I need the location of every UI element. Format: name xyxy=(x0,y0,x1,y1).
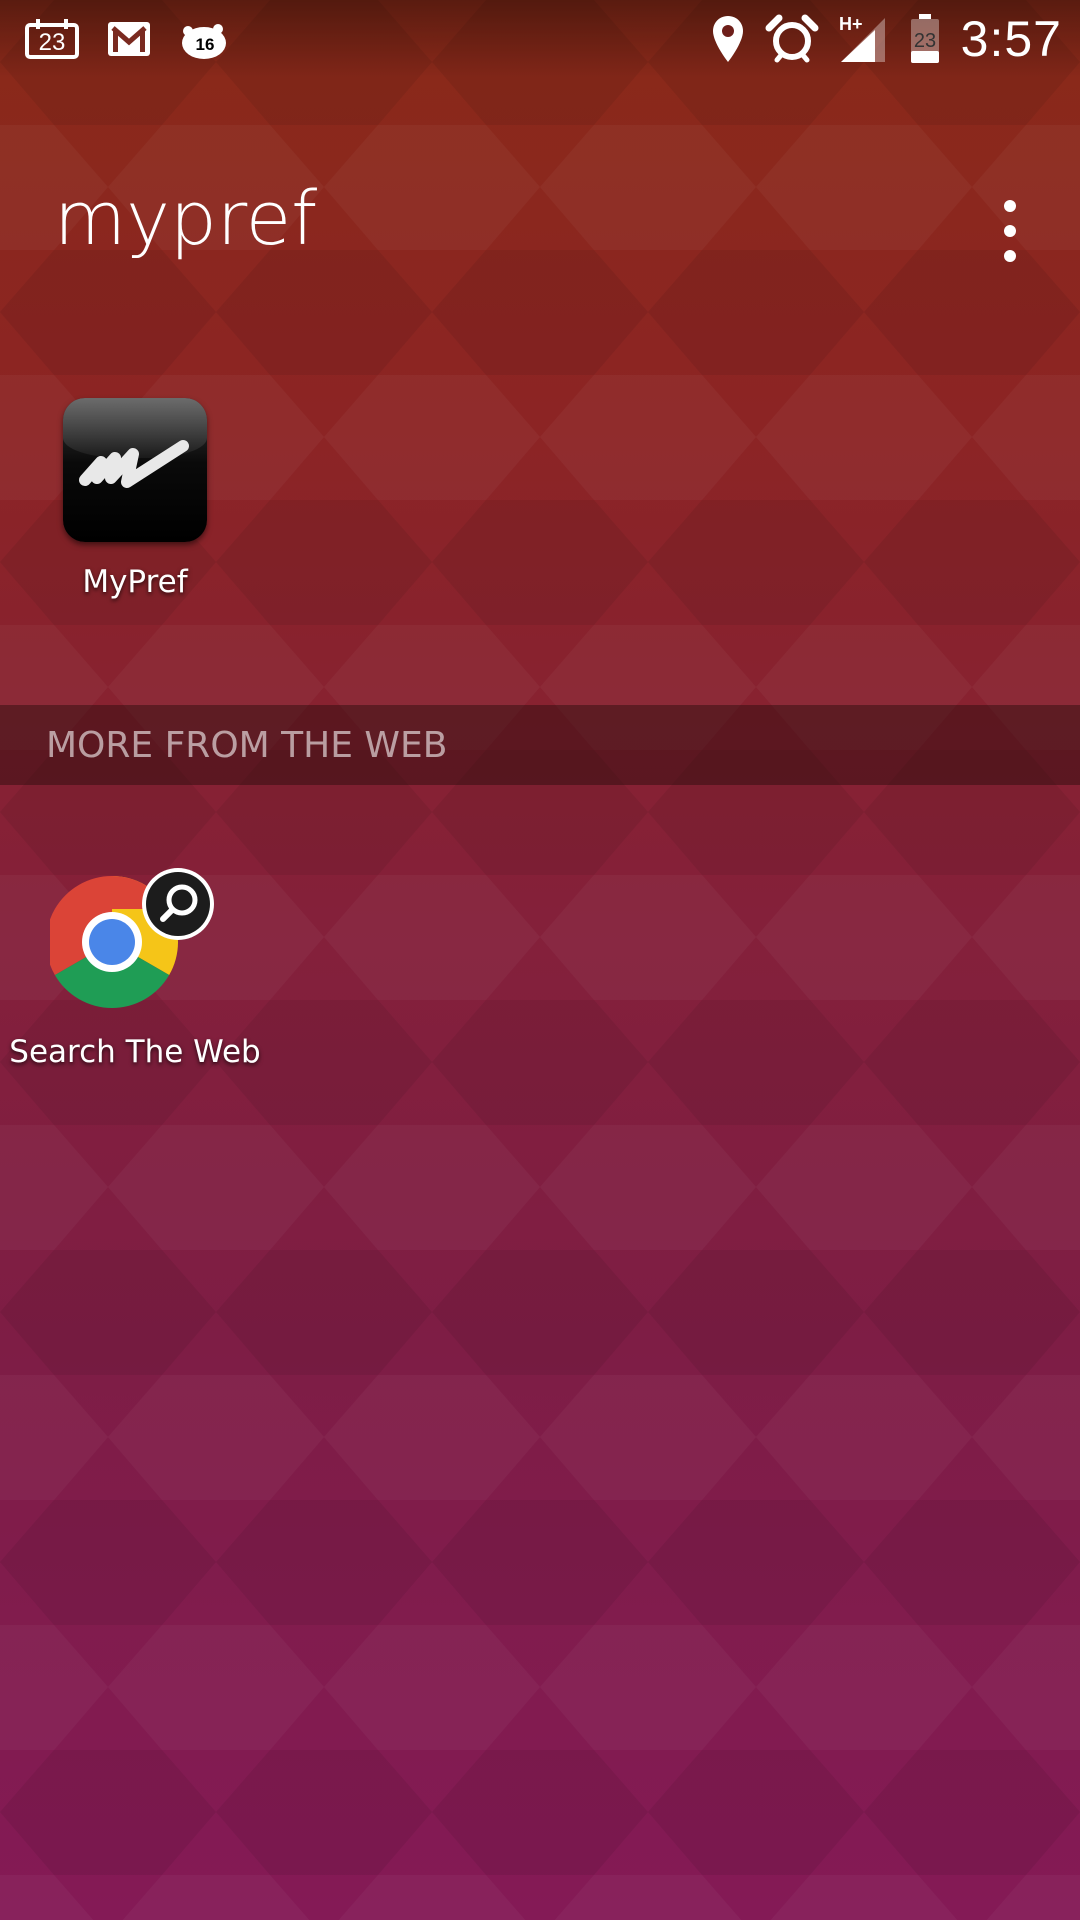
status-bar-system: H+ 23 3:57 xyxy=(711,10,1062,68)
overflow-menu-icon[interactable] xyxy=(990,196,1030,266)
sleep-tracker-icon: 16 xyxy=(178,17,228,61)
status-bar-notifications: 23 16 xyxy=(24,10,228,68)
mypref-app-icon[interactable] xyxy=(63,398,207,542)
app-label-mypref: MyPref xyxy=(82,564,188,600)
alarm-icon xyxy=(765,14,819,64)
status-bar-clock: 3:57 xyxy=(960,11,1062,67)
gmail-icon xyxy=(106,20,152,58)
battery-icon: 23 xyxy=(909,13,941,65)
section-header-text: MORE FROM THE WEB xyxy=(46,725,448,766)
status-bar: 23 16 H+ 23 3:57 xyxy=(0,0,1080,78)
folder-title[interactable]: mypref xyxy=(54,176,317,262)
overflow-dot xyxy=(1004,250,1016,262)
location-icon xyxy=(711,14,745,64)
app-tile-search-the-web[interactable]: Search The Web xyxy=(9,868,261,1070)
signal-icon: H+ xyxy=(839,14,889,64)
battery-level: 23 xyxy=(914,30,936,52)
app-label-search-the-web: Search The Web xyxy=(9,1034,261,1070)
notification-badge-count: 16 xyxy=(196,35,215,54)
chrome-search-icon[interactable] xyxy=(45,868,220,1012)
section-header-web: MORE FROM THE WEB xyxy=(0,705,1080,785)
overflow-dot xyxy=(1004,225,1016,237)
app-tile-mypref[interactable]: MyPref xyxy=(40,398,230,600)
network-type: H+ xyxy=(839,14,863,34)
overflow-dot xyxy=(1004,200,1016,212)
calendar-date: 23 xyxy=(39,29,66,56)
calendar-icon: 23 xyxy=(24,17,80,61)
